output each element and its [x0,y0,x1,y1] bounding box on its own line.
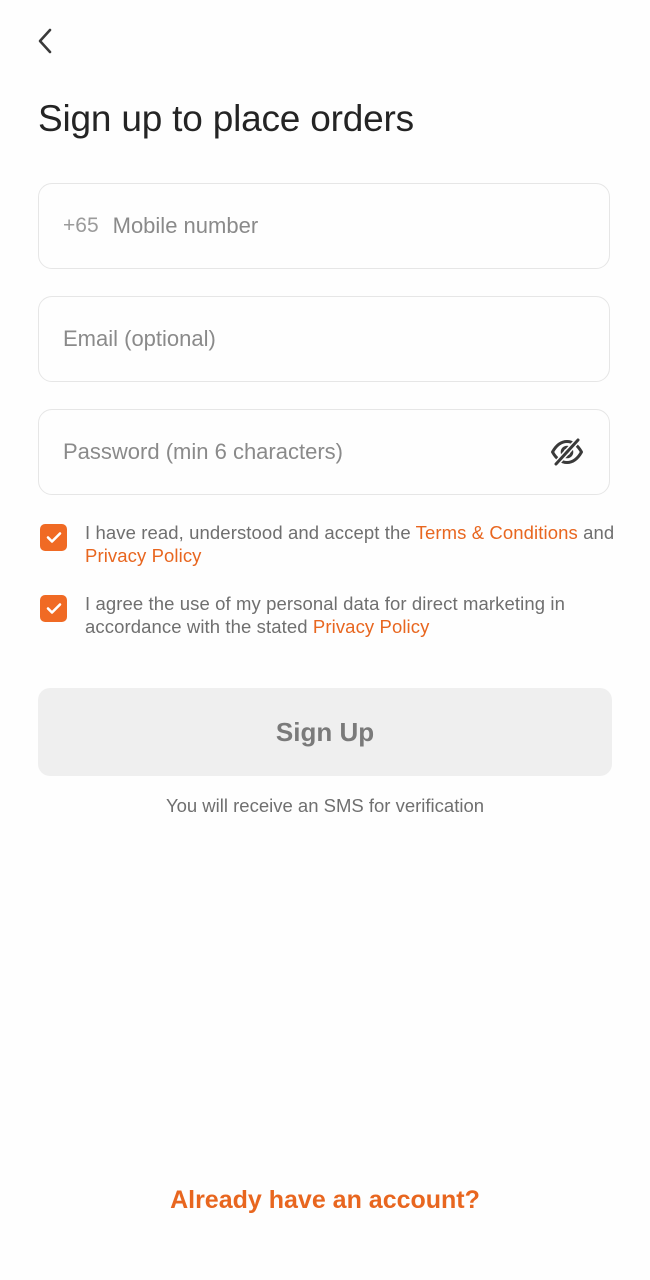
terms-consent-text: I have read, understood and accept the T… [85,522,615,566]
terms-consent: I have read, understood and accept the T… [40,521,620,567]
marketing-consent-text: I agree the use of my personal data for … [85,593,565,637]
already-have-account-link[interactable]: Already have an account? [0,1186,650,1215]
back-button[interactable] [26,24,64,62]
chevron-left-icon [36,27,54,60]
country-code[interactable]: +65 [63,214,99,238]
eye-off-icon[interactable] [549,434,585,470]
checkmark-icon [46,603,61,614]
email-field[interactable] [38,296,610,382]
privacy-policy-link[interactable]: Privacy Policy [313,616,430,637]
marketing-checkbox[interactable] [40,595,67,622]
mobile-number-input[interactable] [112,213,585,239]
checkmark-icon [46,532,61,543]
privacy-policy-link[interactable]: Privacy Policy [85,545,202,566]
mobile-number-field[interactable]: +65 [38,183,610,269]
email-input[interactable] [63,326,585,352]
password-field[interactable] [38,409,610,495]
sign-up-button[interactable]: Sign Up [38,688,612,776]
marketing-consent: I agree the use of my personal data for … [40,592,620,638]
page-title: Sign up to place orders [38,98,414,139]
terms-checkbox[interactable] [40,524,67,551]
terms-conditions-link[interactable]: Terms & Conditions [416,522,578,543]
sms-verification-note: You will receive an SMS for verification [165,795,485,816]
password-input[interactable] [63,439,549,465]
